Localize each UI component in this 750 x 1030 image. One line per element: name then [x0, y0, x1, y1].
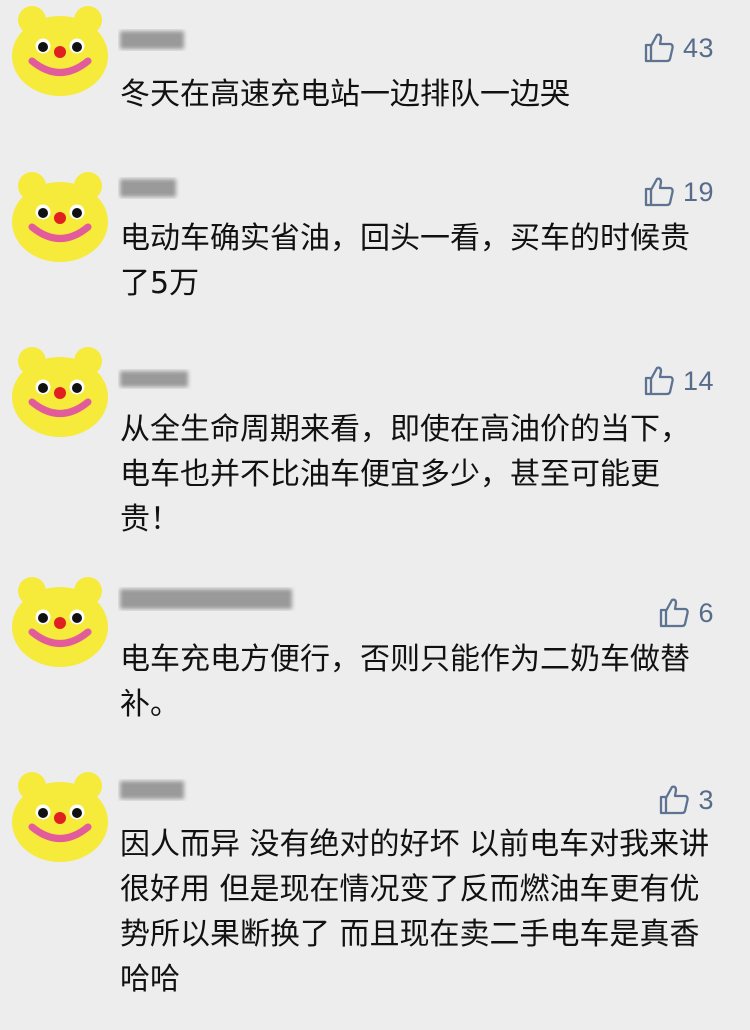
like-count: 19	[682, 176, 714, 207]
like-count: 14	[682, 365, 714, 396]
avatar[interactable]	[10, 772, 110, 864]
avatar[interactable]	[10, 577, 110, 669]
like-count: 6	[698, 597, 714, 628]
comment-text: 因人而异 没有绝对的好坏 以前电车对我来讲很好用 但是现在情况变了反而燃油车更有…	[120, 827, 710, 997]
nickname-blurred[interactable]	[118, 176, 180, 200]
thumbs-up-icon	[643, 32, 675, 64]
comment-text: 从全生命周期来看，即使在高油价的当下，电车也并不比油车便宜多少，甚至可能更贵！	[120, 412, 690, 537]
nickname-blurred[interactable]	[118, 367, 192, 391]
nickname-blurred[interactable]	[118, 28, 188, 52]
comment-text: 冬天在高速充电站一边排队一边哭	[120, 77, 570, 112]
yellow-smiley-avatar-icon	[10, 6, 110, 98]
avatar[interactable]	[10, 172, 110, 264]
thumbs-up-icon	[658, 784, 690, 816]
yellow-smiley-avatar-icon	[10, 772, 110, 864]
yellow-smiley-avatar-icon	[10, 347, 110, 439]
thumbs-up-icon	[658, 597, 690, 629]
thumbs-up-icon	[643, 176, 675, 208]
avatar[interactable]	[10, 6, 110, 98]
thumbs-up-icon	[643, 365, 675, 397]
like-button[interactable]: 3	[658, 780, 714, 820]
comment-text: 电动车确实省油，回头一看，买车的时候贵了5万	[120, 221, 690, 301]
nickname-blurred[interactable]	[118, 778, 188, 802]
nickname-blurred[interactable]	[118, 587, 298, 611]
like-button[interactable]: 43	[643, 28, 714, 68]
like-count: 43	[682, 32, 714, 63]
like-button[interactable]: 19	[643, 172, 714, 212]
comment-text: 电车充电方便行，否则只能作为二奶车做替补。	[120, 642, 690, 722]
yellow-smiley-avatar-icon	[10, 577, 110, 669]
like-button[interactable]: 6	[658, 593, 714, 633]
like-button[interactable]: 14	[643, 361, 714, 401]
avatar[interactable]	[10, 347, 110, 439]
yellow-smiley-avatar-icon	[10, 172, 110, 264]
like-count: 3	[698, 784, 714, 815]
